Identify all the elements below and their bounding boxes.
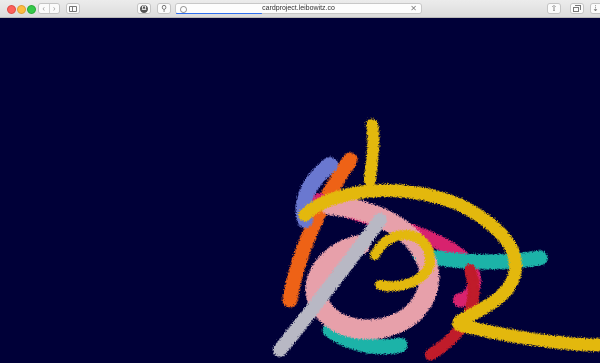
download-icon: ⇣ bbox=[592, 3, 599, 13]
chevron-right-icon: › bbox=[52, 3, 56, 13]
web-page-canvas[interactable] bbox=[0, 18, 600, 363]
navigation-buttons: ‹ › bbox=[38, 3, 60, 14]
stop-loading-icon[interactable]: ✕ bbox=[410, 4, 417, 14]
privacy-report-button[interactable]: Ω bbox=[137, 3, 151, 14]
page-load-progress-bar bbox=[176, 12, 262, 14]
share-button[interactable]: ⇧ bbox=[547, 3, 561, 14]
maximize-window-icon[interactable] bbox=[27, 5, 36, 14]
back-button[interactable]: ‹ bbox=[39, 4, 49, 13]
tabs-icon bbox=[573, 5, 581, 12]
sidebar-button[interactable] bbox=[66, 3, 80, 14]
minimize-window-icon[interactable] bbox=[17, 5, 26, 14]
tinsel-garlands bbox=[273, 119, 600, 361]
close-window-icon[interactable] bbox=[7, 5, 16, 14]
downloads-button[interactable]: ⇣ bbox=[590, 3, 600, 14]
browser-toolbar: ‹ › Ω ⚲ cardproject.leibowitz.co ✕ ⇧ ⇣ bbox=[0, 0, 600, 18]
tinsel-3d-scene[interactable] bbox=[0, 18, 600, 363]
sidebar-icon bbox=[69, 5, 77, 12]
chevron-left-icon: ‹ bbox=[42, 3, 46, 13]
browser-window: ‹ › Ω ⚲ cardproject.leibowitz.co ✕ ⇧ ⇣ bbox=[0, 0, 600, 363]
extension-button[interactable]: ⚲ bbox=[157, 3, 171, 14]
forward-button[interactable]: › bbox=[48, 3, 60, 13]
share-icon: ⇧ bbox=[550, 3, 558, 13]
address-bar[interactable]: cardproject.leibowitz.co ✕ bbox=[175, 3, 422, 14]
accessibility-icon: ⚲ bbox=[161, 3, 167, 13]
garland-gold-top-core bbox=[367, 122, 376, 183]
shield-icon: Ω bbox=[140, 4, 148, 13]
show-tabs-button[interactable] bbox=[570, 3, 584, 14]
